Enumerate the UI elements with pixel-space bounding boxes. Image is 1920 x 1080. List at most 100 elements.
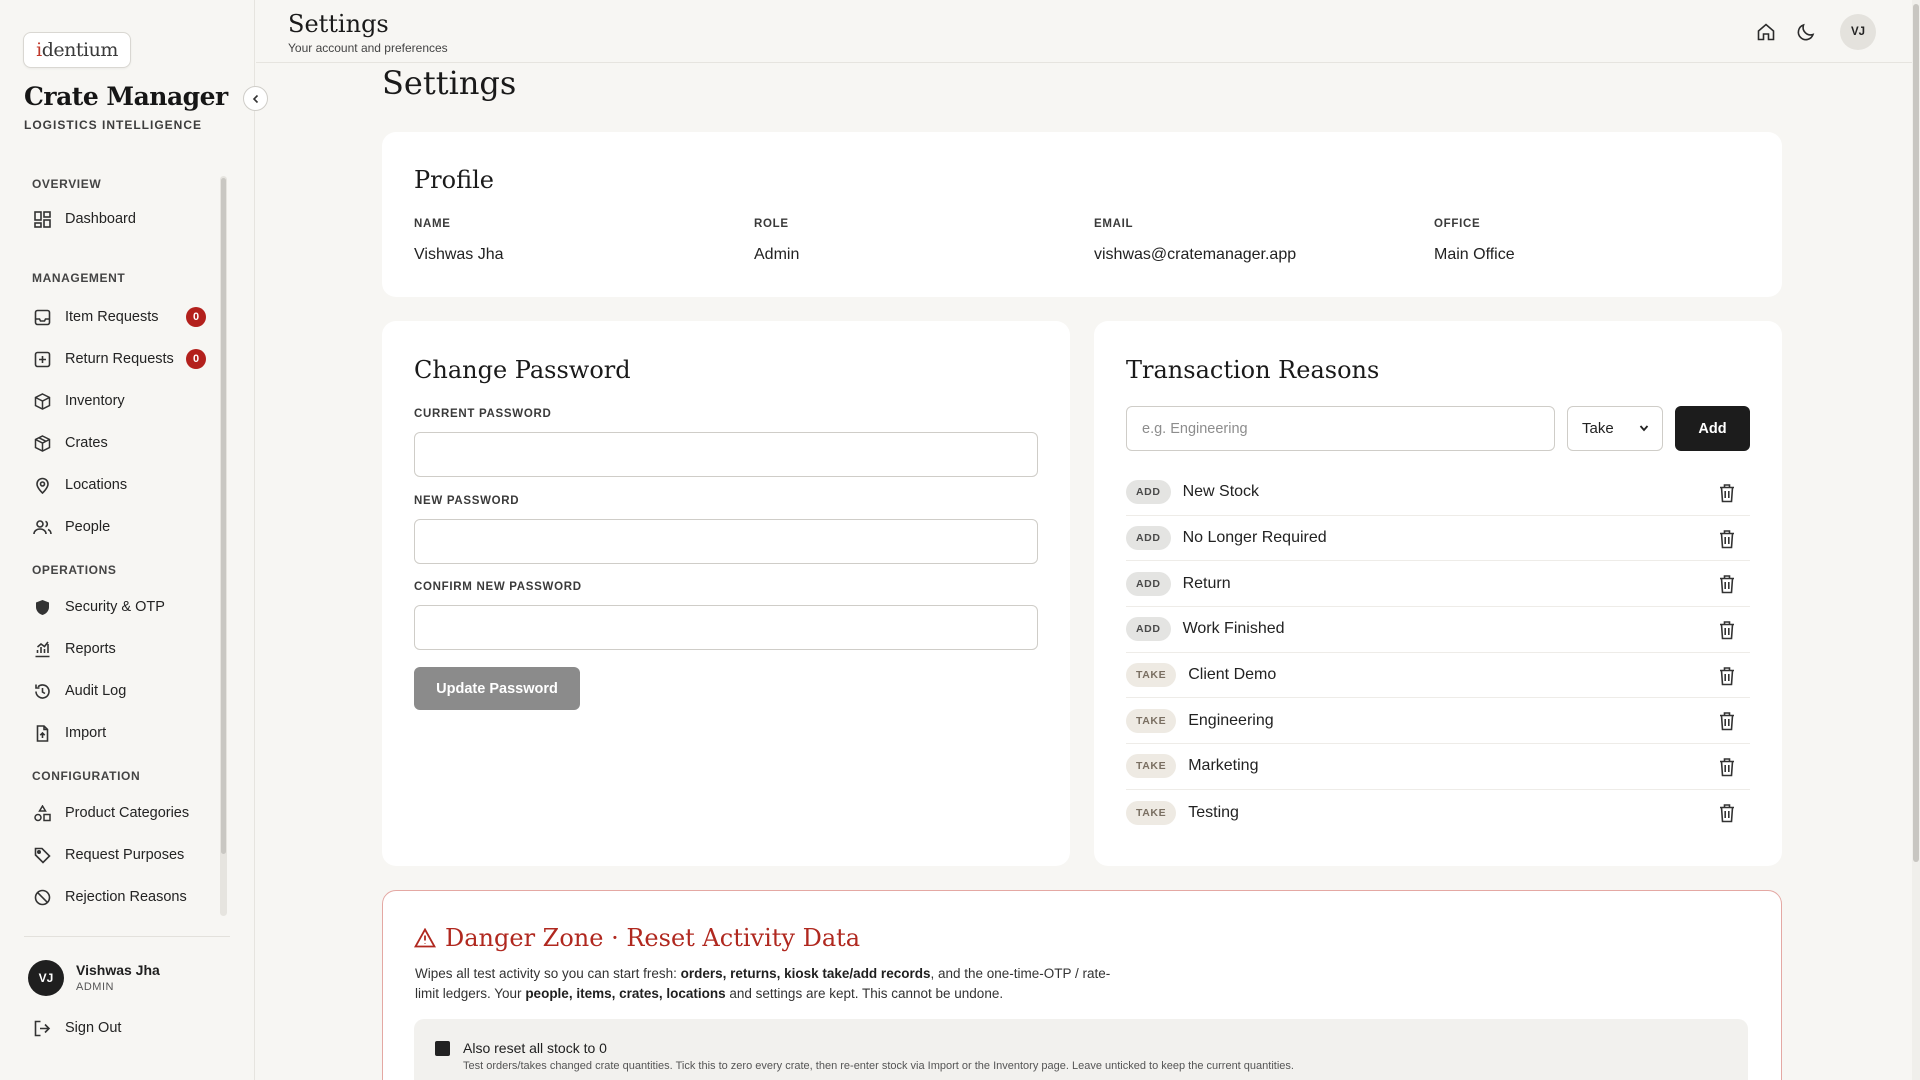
desc-bold: people, items, crates, locations (525, 986, 726, 1001)
sidebar-item-security[interactable]: Security & OTP (0, 586, 220, 628)
confirm-password-input[interactable] (414, 605, 1038, 650)
profile-name-value: Vishwas Jha (414, 246, 504, 263)
crate-icon (32, 433, 52, 453)
reason-list: ADD New Stock ADD No Longer Required ADD… (1126, 470, 1750, 836)
trash-icon[interactable] (1718, 757, 1736, 777)
nav-section-configuration: CONFIGURATION (32, 769, 141, 783)
nav-section-overview: OVERVIEW (32, 177, 102, 191)
type-badge: ADD (1126, 617, 1171, 642)
desc-text: Wipes all test activity so you can start… (415, 966, 681, 981)
trash-icon[interactable] (1718, 666, 1736, 686)
trash-icon[interactable] (1718, 711, 1736, 731)
page-scroll-thumb[interactable] (1913, 4, 1919, 862)
sidebar-item-request-purposes[interactable]: Request Purposes (0, 834, 220, 876)
profile-office-value: Main Office (1434, 246, 1515, 263)
chevron-down-icon (1639, 425, 1649, 432)
sidebar-nav: OVERVIEW Dashboard MANAGEMENT Item Reque… (0, 168, 220, 916)
home-icon[interactable] (1754, 20, 1778, 44)
reason-type-select[interactable]: Take (1567, 406, 1663, 451)
trash-icon[interactable] (1718, 483, 1736, 503)
avatar[interactable]: VJ (1840, 14, 1876, 50)
sign-out-label: Sign Out (65, 1020, 122, 1036)
new-password-input[interactable] (414, 519, 1038, 564)
type-badge: ADD (1126, 571, 1171, 596)
transaction-reasons-title: Transaction Reasons (1126, 356, 1380, 384)
trash-icon[interactable] (1718, 803, 1736, 823)
avatar: VJ (28, 960, 64, 996)
file-import-icon (32, 723, 52, 743)
current-password-input[interactable] (414, 432, 1038, 477)
trash-icon[interactable] (1718, 529, 1736, 549)
sidebar-item-label: Request Purposes (65, 847, 185, 863)
sidebar-item-label: Rejection Reasons (65, 889, 187, 905)
sign-out-button[interactable]: Sign Out (32, 1018, 121, 1038)
sidebar-item-people[interactable]: People (0, 506, 220, 548)
top-bar: Settings Your account and preferences VJ (256, 0, 1912, 63)
reason-name: Marketing (1188, 757, 1259, 775)
sidebar: identium Crate Manager LOGISTICS INTELLI… (0, 0, 255, 1080)
trash-icon[interactable] (1718, 574, 1736, 594)
sidebar-divider (24, 936, 230, 937)
list-item: TAKE Marketing (1126, 744, 1750, 790)
profile-office-label: OFFICE (1434, 218, 1481, 230)
profile-role-label: ROLE (754, 218, 789, 230)
type-badge: ADD (1126, 526, 1171, 551)
shapes-icon (32, 803, 52, 823)
map-pin-icon (32, 475, 52, 495)
profile-email-label: EMAIL (1094, 218, 1134, 230)
sidebar-item-return-requests[interactable]: Return Requests 0 (0, 338, 220, 380)
warning-icon (414, 928, 436, 948)
sidebar-item-crates[interactable]: Crates (0, 422, 220, 464)
moon-icon[interactable] (1794, 20, 1818, 44)
reset-stock-label[interactable]: Also reset all stock to 0 (463, 1040, 607, 1056)
sidebar-item-label: Locations (65, 477, 128, 493)
sidebar-item-product-categories[interactable]: Product Categories (0, 792, 220, 834)
list-item: ADD No Longer Required (1126, 516, 1750, 562)
sidebar-item-dashboard[interactable]: Dashboard (0, 198, 220, 240)
ban-icon (32, 887, 52, 907)
sign-out-icon (32, 1018, 52, 1038)
app-subtitle: LOGISTICS INTELLIGENCE (24, 118, 203, 132)
sidebar-item-audit-log[interactable]: Audit Log (0, 670, 220, 712)
reason-name: No Longer Required (1182, 529, 1327, 547)
return-box-icon (32, 349, 52, 369)
reason-name: New Stock (1182, 483, 1260, 501)
sidebar-item-inventory[interactable]: Inventory (0, 380, 220, 422)
sidebar-item-import[interactable]: Import (0, 712, 220, 754)
sidebar-item-reports[interactable]: Reports (0, 628, 220, 670)
desc-bold: orders, returns, kiosk take/add records (680, 966, 931, 981)
logo-text: identium (36, 39, 118, 61)
collapse-sidebar-button[interactable] (243, 86, 268, 111)
trash-icon[interactable] (1718, 620, 1736, 640)
profile-name-label: NAME (414, 218, 451, 230)
list-item: ADD Return (1126, 561, 1750, 608)
top-bar-title: Settings (288, 10, 389, 38)
sidebar-scroll-thumb[interactable] (221, 178, 226, 854)
count-badge: 0 (186, 307, 206, 327)
list-item: TAKE Testing (1126, 790, 1750, 836)
chevron-left-icon (252, 94, 258, 103)
reason-type-value: Take (1582, 420, 1614, 437)
sidebar-item-item-requests[interactable]: Item Requests 0 (0, 296, 220, 338)
sidebar-item-label: Reports (65, 641, 116, 657)
reset-stock-checkbox[interactable] (435, 1041, 450, 1056)
sidebar-item-locations[interactable]: Locations (0, 464, 220, 506)
identium-logo[interactable]: identium (23, 32, 131, 68)
current-password-label: CURRENT PASSWORD (414, 408, 552, 420)
type-badge: TAKE (1126, 754, 1177, 779)
add-reason-button[interactable]: Add (1675, 406, 1750, 451)
type-badge: TAKE (1126, 800, 1177, 825)
sidebar-item-label: Audit Log (65, 683, 127, 699)
sidebar-item-label: People (65, 519, 111, 535)
danger-zone-title-text: Danger Zone · Reset Activity Data (445, 924, 861, 952)
reason-name: Return (1182, 574, 1231, 592)
update-password-button[interactable]: Update Password (414, 667, 580, 710)
reason-name: Engineering (1188, 711, 1274, 729)
type-badge: TAKE (1126, 663, 1177, 688)
sidebar-item-label: Product Categories (65, 805, 190, 821)
change-password-title: Change Password (414, 356, 631, 384)
sidebar-item-rejection-reasons[interactable]: Rejection Reasons (0, 876, 220, 916)
new-password-label: NEW PASSWORD (414, 495, 520, 507)
reason-name-input[interactable]: e.g. Engineering (1126, 406, 1555, 451)
desc-text: and settings are kept. This cannot be un… (725, 986, 1004, 1001)
